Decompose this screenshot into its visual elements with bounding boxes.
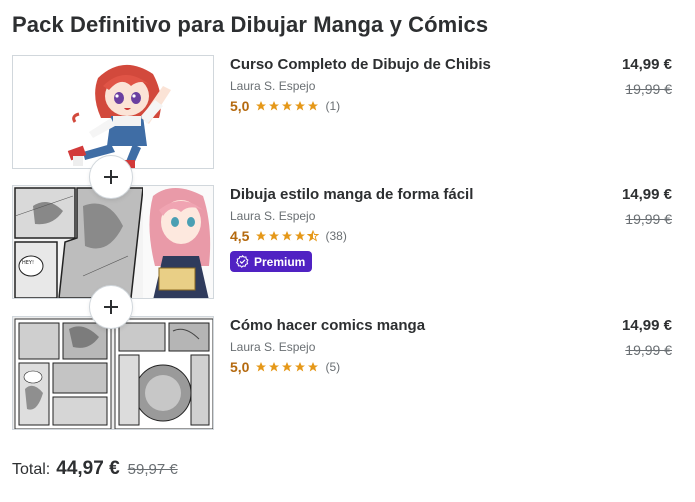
rating-row: 5,0 (1) [230, 97, 560, 115]
star-icon [295, 231, 306, 241]
review-count: (1) [325, 99, 341, 113]
rating-value: 4,5 [230, 228, 250, 244]
review-count: (38) [325, 229, 347, 243]
rating-row: 4,5 (38) [230, 227, 560, 245]
original-price: 19,99 € [625, 81, 672, 97]
rating-value: 5,0 [230, 98, 250, 114]
star-icon [256, 362, 267, 372]
total-price: 44,97 € [56, 458, 120, 479]
course-thumbnail-comics[interactable] [12, 316, 214, 430]
svg-text:HEY!: HEY! [22, 260, 34, 266]
plus-icon [89, 155, 133, 199]
course-card: Cómo hacer comics manga Laura S. Espejo … [12, 316, 672, 430]
bundle-total: Total: 44,97 € 59,97 € [12, 458, 178, 480]
current-price: 14,99 € [621, 56, 672, 73]
star-icon [269, 101, 280, 111]
course-author: Laura S. Espejo [230, 209, 316, 223]
price-block: 14,99 € 19,99 € [572, 316, 672, 358]
total-label: Total: [12, 461, 51, 478]
star-icon [282, 231, 293, 241]
original-price: 19,99 € [625, 211, 672, 227]
course-author: Laura S. Espejo [230, 340, 316, 354]
course-title[interactable]: Dibuja estilo manga de forma fácil [230, 185, 560, 205]
star-icon [308, 362, 319, 372]
half-star-icon [307, 230, 320, 242]
star-icon [282, 362, 293, 372]
star-icon [295, 101, 306, 111]
price-block: 14,99 € 19,99 € [572, 185, 672, 227]
price-block: 14,99 € 19,99 € [572, 55, 672, 97]
course-title[interactable]: Curso Completo de Dibujo de Chibis [230, 55, 560, 75]
rating-row: 5,0 (5) [230, 358, 560, 376]
plus-icon [89, 285, 133, 329]
star-icon [256, 101, 267, 111]
star-icon [269, 362, 280, 372]
total-original-price: 59,97 € [127, 461, 178, 478]
star-icon [256, 231, 267, 241]
current-price: 14,99 € [621, 317, 672, 334]
course-author: Laura S. Espejo [230, 79, 316, 93]
star-rating [255, 100, 319, 112]
course-thumbnail-manga[interactable]: HEY! [12, 185, 214, 299]
premium-badge: Premium [230, 251, 313, 272]
star-icon [295, 362, 306, 372]
star-rating [255, 361, 319, 373]
star-icon [308, 101, 319, 111]
review-count: (5) [325, 360, 341, 374]
bundle-title: Pack Definitivo para Dibujar Manga y Cóm… [12, 12, 489, 37]
course-thumbnail-chibi[interactable] [12, 55, 214, 169]
star-rating [255, 230, 320, 242]
original-price: 19,99 € [625, 342, 672, 358]
verified-icon [236, 255, 249, 268]
course-card: Curso Completo de Dibujo de Chibis Laura… [12, 55, 672, 169]
rating-value: 5,0 [230, 359, 250, 375]
course-card: HEY! Dibuja estilo manga de forma fácil … [12, 185, 672, 299]
star-icon [282, 101, 293, 111]
current-price: 14,99 € [621, 186, 672, 203]
star-icon [269, 231, 280, 241]
course-title[interactable]: Cómo hacer comics manga [230, 316, 560, 336]
premium-badge-label: Premium [254, 254, 306, 269]
